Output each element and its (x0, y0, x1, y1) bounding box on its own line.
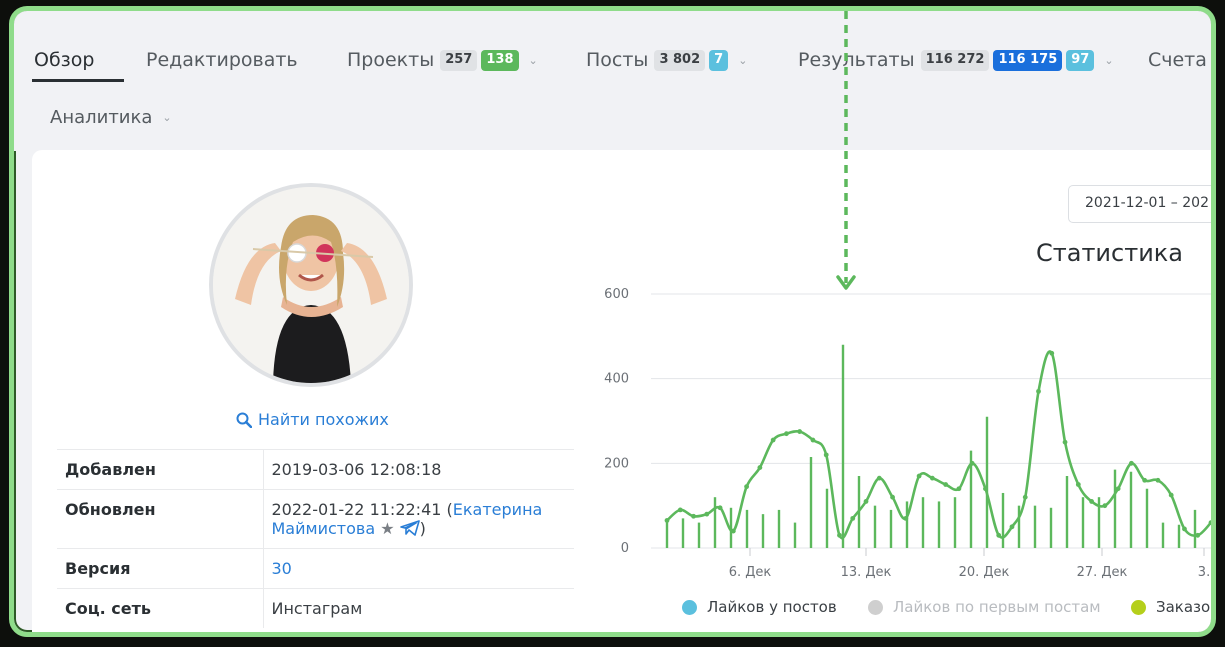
y-tick-label: 400 (604, 372, 629, 387)
legend-dot-icon (1131, 599, 1146, 615)
data-point (1049, 350, 1055, 356)
legend-item[interactable]: Лайков у постов (682, 598, 837, 616)
legend-item[interactable]: Заказо (1131, 598, 1210, 616)
data-point (757, 465, 763, 470)
data-point (744, 484, 750, 490)
data-point (704, 511, 710, 517)
data-point (890, 494, 895, 500)
app-frame: Обзор Редактировать Проекты 257 138 ⌄ По… (9, 6, 1216, 637)
data-point (784, 431, 789, 437)
y-tick-label: 200 (604, 456, 629, 471)
data-point (956, 486, 962, 492)
x-tick-label: 3. (1198, 565, 1210, 580)
data-point (1208, 520, 1211, 525)
data-point (1062, 439, 1068, 445)
statistics-chart: 600 400 200 0 6. Дек 13. Дек 20. Дек 27. Дек 3. (604, 11, 1211, 580)
data-point (837, 532, 842, 538)
data-point (730, 528, 736, 534)
data-point (1115, 486, 1121, 492)
x-tick-label: 27. Дек (1077, 565, 1128, 580)
data-point (996, 532, 1002, 538)
data-point (903, 515, 909, 521)
data-point (863, 499, 869, 504)
data-point (717, 505, 723, 511)
data-point (1075, 482, 1081, 487)
x-tick-label: 20. Дек (959, 565, 1010, 580)
data-point (929, 475, 935, 481)
legend-label: Лайков по первым постам (893, 598, 1101, 616)
data-point (1102, 503, 1108, 509)
legend-dot-icon (682, 599, 697, 615)
legend-item[interactable]: Лайков по первым постам (868, 598, 1101, 616)
data-point (1195, 532, 1201, 538)
data-point (916, 473, 922, 479)
data-point (664, 518, 670, 523)
data-point (1155, 477, 1161, 483)
y-tick-label: 600 (604, 287, 629, 302)
data-point (969, 460, 975, 466)
data-point (677, 507, 683, 513)
data-point (1182, 526, 1187, 532)
data-point (850, 515, 856, 521)
data-point (983, 486, 988, 492)
data-point (876, 475, 882, 481)
x-tick-label: 13. Дек (841, 565, 892, 580)
legend-label: Лайков у постов (707, 598, 837, 616)
data-point (1128, 460, 1134, 466)
data-point (1168, 492, 1174, 498)
data-point (691, 513, 696, 519)
legend-label: Заказо (1156, 598, 1211, 616)
data-point (1089, 499, 1094, 504)
data-point (797, 429, 803, 434)
y-tick-label: 0 (621, 541, 629, 556)
data-point (943, 482, 949, 487)
data-point (770, 437, 776, 443)
legend-dot-icon (868, 599, 883, 615)
data-point (823, 452, 829, 458)
data-point (1009, 524, 1015, 530)
data-point (1036, 388, 1041, 394)
data-point (1022, 494, 1028, 500)
data-point (1142, 477, 1148, 483)
data-point (810, 437, 816, 443)
x-tick-label: 6. Дек (729, 565, 772, 580)
